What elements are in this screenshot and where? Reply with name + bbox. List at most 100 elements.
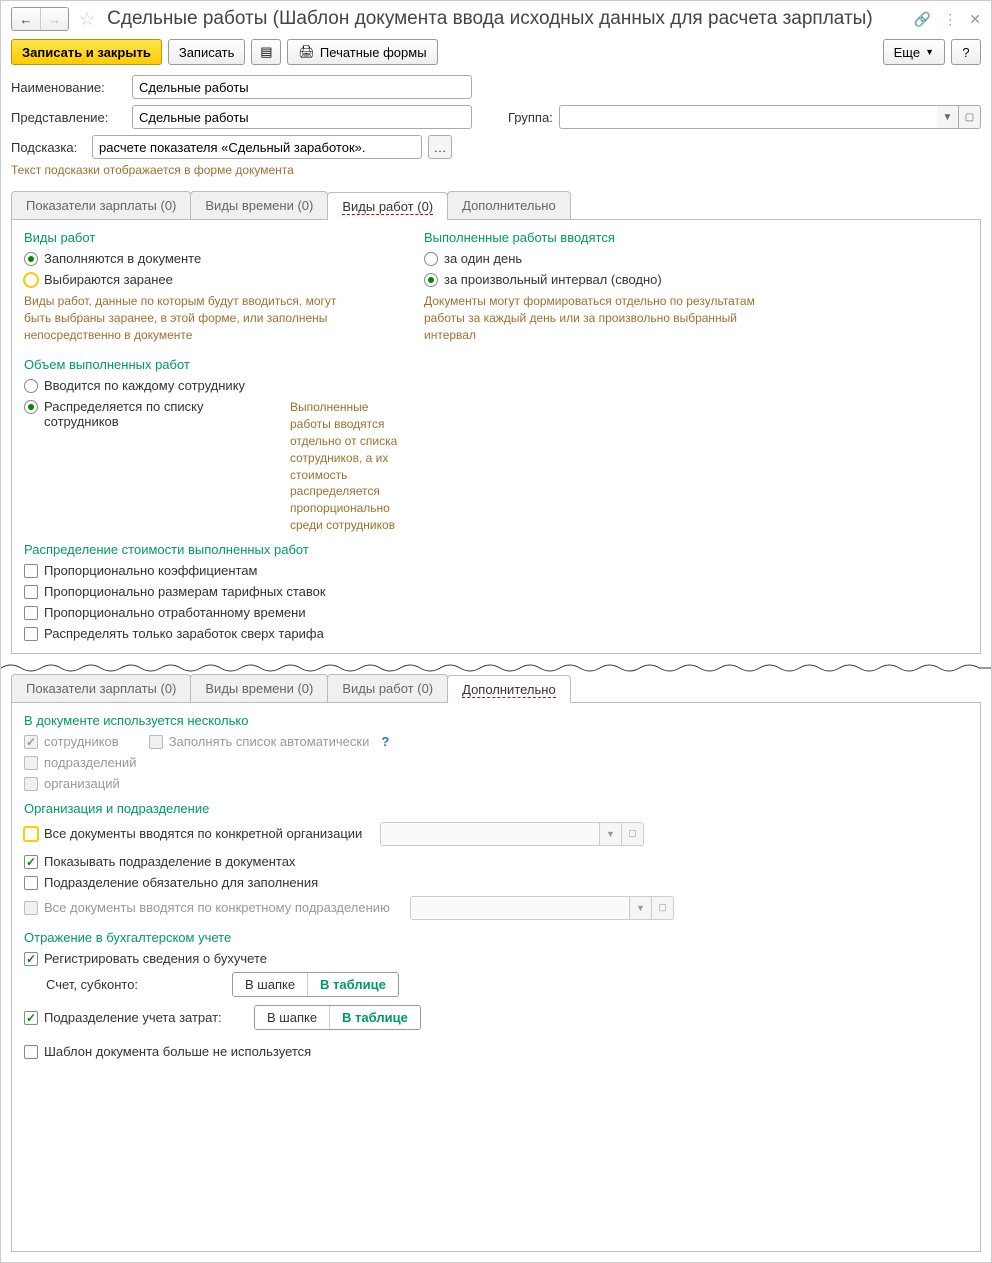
close-icon[interactable]: ✕: [969, 11, 981, 28]
nav-back-button[interactable]: ←: [12, 8, 40, 30]
check-over-tariff[interactable]: [24, 627, 38, 641]
torn-edge-separator: [1, 660, 991, 674]
name-label: Наименование:: [11, 80, 126, 95]
radio-one-day[interactable]: [424, 252, 438, 266]
list-icon: ▤: [260, 44, 272, 60]
radio-distributed-label: Распределяется по списку сотрудников: [44, 399, 274, 429]
tab-additional-upper[interactable]: Дополнительно: [447, 191, 571, 219]
tab-work-types-2[interactable]: Виды работ (0): [327, 674, 448, 702]
list-button[interactable]: ▤: [251, 39, 281, 65]
window-title: Сдельные работы (Шаблон документа ввода …: [107, 8, 908, 30]
radio-interval[interactable]: [424, 273, 438, 287]
representation-label: Представление:: [11, 110, 126, 125]
more-button[interactable]: Еще ▼: [883, 39, 945, 65]
tab-body-additional: В документе используется несколько сотру…: [11, 703, 981, 1252]
org-combo-dropdown[interactable]: ▼: [600, 822, 622, 846]
radio-filled-in-doc-label: Заполняются в документе: [44, 251, 201, 266]
hint-input[interactable]: [92, 135, 422, 159]
volume-title: Объем выполненных работ: [24, 357, 968, 372]
org-combo-input[interactable]: [380, 822, 600, 846]
dept-cost-label: Подразделение учета затрат:: [44, 1010, 222, 1025]
group-dropdown-button[interactable]: ▼: [937, 105, 959, 129]
more-label: Еще: [894, 45, 920, 60]
titlebar: ← → ☆ Сдельные работы (Шаблон документа …: [1, 1, 991, 35]
save-button[interactable]: Записать: [168, 39, 246, 65]
check-dept-required[interactable]: [24, 876, 38, 890]
radio-per-employee-label: Вводится по каждому сотруднику: [44, 378, 245, 393]
group-open-button[interactable]: ▢: [959, 105, 981, 129]
check-employees-label: сотрудников: [44, 734, 119, 749]
seg-acc-table[interactable]: В таблице: [307, 973, 398, 996]
kinds-of-work-title: Виды работ: [24, 230, 384, 245]
tab-salary-indicators-2[interactable]: Показатели зарплаты (0): [11, 674, 191, 702]
hint-ellipsis-button[interactable]: …: [428, 135, 452, 159]
check-template-not-used-label: Шаблон документа больше не используется: [44, 1044, 311, 1059]
tabs-lower: Показатели зарплаты (0) Виды времени (0)…: [11, 674, 981, 703]
tab-additional-label: Дополнительно: [462, 682, 556, 698]
accounting-title: Отражение в бухгалтерском учете: [24, 930, 968, 945]
print-forms-button[interactable]: 🖨 Печатные формы: [287, 39, 437, 65]
check-organizations: [24, 777, 38, 791]
hint-label: Подсказка:: [11, 140, 86, 155]
check-register-acc[interactable]: [24, 952, 38, 966]
check-departments: [24, 756, 38, 770]
radio-one-day-label: за один день: [444, 251, 522, 266]
seg-acc-header[interactable]: В шапке: [233, 973, 307, 996]
radio-filled-in-doc[interactable]: [24, 252, 38, 266]
distribution-title: Распределение стоимости выполненных рабо…: [24, 542, 968, 557]
check-departments-label: подразделений: [44, 755, 136, 770]
nav-forward-button[interactable]: →: [40, 8, 68, 30]
check-all-docs-org[interactable]: [24, 827, 38, 841]
check-register-acc-label: Регистрировать сведения о бухучете: [44, 951, 267, 966]
link-icon[interactable]: 🔗: [914, 11, 931, 28]
dept-combo-dropdown[interactable]: ▼: [630, 896, 652, 920]
seg-account-subconto: В шапке В таблице: [232, 972, 399, 997]
tab-additional-lower[interactable]: Дополнительно: [447, 675, 571, 703]
kinds-hint: Виды работ, данные по которым будут ввод…: [24, 293, 364, 343]
save-and-close-button[interactable]: Записать и закрыть: [11, 39, 162, 65]
tab-time-types-2[interactable]: Виды времени (0): [190, 674, 328, 702]
check-template-not-used[interactable]: [24, 1045, 38, 1059]
representation-input[interactable]: [132, 105, 472, 129]
radio-selected-in-advance-label: Выбираются заранее: [44, 272, 173, 287]
done-hint: Документы могут формироваться отдельно п…: [424, 293, 764, 343]
toolbar: Записать и закрыть Записать ▤ 🖨 Печатные…: [1, 35, 991, 75]
volume-hint: Выполненные работы вводятся отдельно от …: [290, 399, 410, 533]
check-dept-required-label: Подразделение обязательно для заполнения: [44, 875, 318, 890]
radio-distributed[interactable]: [24, 400, 38, 414]
printer-icon: 🖨: [298, 44, 315, 60]
org-dept-title: Организация и подразделение: [24, 801, 968, 816]
tab-work-types[interactable]: Виды работ (0): [327, 192, 448, 220]
dept-combo-input[interactable]: [410, 896, 630, 920]
chevron-down-icon: ▼: [925, 47, 934, 57]
check-tariff-rates[interactable]: [24, 585, 38, 599]
check-all-docs-org-label: Все документы вводятся по конкретной орг…: [44, 826, 374, 841]
check-dept-cost[interactable]: [24, 1011, 38, 1025]
name-input[interactable]: [132, 75, 472, 99]
account-subconto-label: Счет, субконто:: [24, 977, 224, 992]
dept-combo-open[interactable]: ▢: [652, 896, 674, 920]
check-coeff[interactable]: [24, 564, 38, 578]
check-show-dept[interactable]: [24, 855, 38, 869]
check-over-tariff-label: Распределять только заработок сверх тари…: [44, 626, 324, 641]
radio-selected-in-advance[interactable]: [24, 273, 38, 287]
hint-note: Текст подсказки отображается в форме док…: [11, 163, 981, 185]
more-dots-icon[interactable]: ⋮: [943, 11, 957, 28]
tab-salary-indicators[interactable]: Показатели зарплаты (0): [11, 191, 191, 219]
group-label: Группа:: [508, 110, 553, 125]
seg-dept-table[interactable]: В таблице: [329, 1006, 420, 1029]
tab-body-work-types: Виды работ Заполняются в документе Выбир…: [11, 220, 981, 654]
help-button[interactable]: ?: [951, 39, 981, 65]
org-combo-open[interactable]: ▢: [622, 822, 644, 846]
seg-dept-header[interactable]: В шапке: [255, 1006, 329, 1029]
radio-per-employee[interactable]: [24, 379, 38, 393]
tab-time-types[interactable]: Виды времени (0): [190, 191, 328, 219]
tabs-upper: Показатели зарплаты (0) Виды времени (0)…: [11, 191, 981, 220]
favorite-star-icon[interactable]: ☆: [79, 9, 95, 30]
group-input[interactable]: [559, 105, 937, 129]
check-worked-time-label: Пропорционально отработанному времени: [44, 605, 306, 620]
check-employees: [24, 735, 38, 749]
seg-dept-cost: В шапке В таблице: [254, 1005, 421, 1030]
check-worked-time[interactable]: [24, 606, 38, 620]
help-question-icon[interactable]: ?: [381, 734, 389, 749]
